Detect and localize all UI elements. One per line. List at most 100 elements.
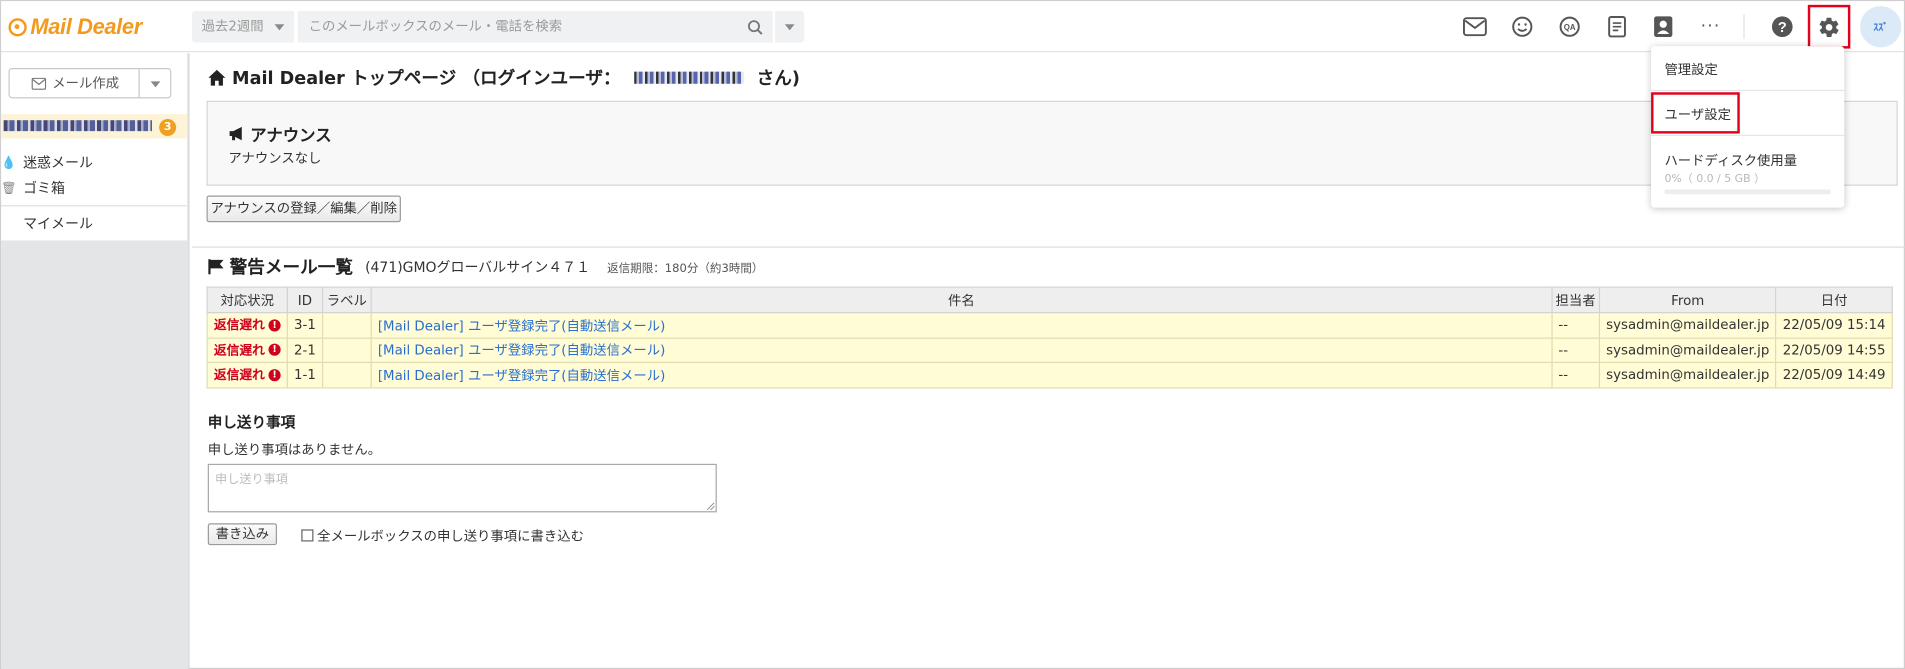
- column-header[interactable]: 担当者: [1551, 286, 1601, 314]
- compose-button[interactable]: メール作成: [8, 67, 172, 99]
- column-header[interactable]: From: [1598, 286, 1777, 314]
- warning-title-text: 警告メール一覧: [229, 258, 353, 279]
- more-button[interactable]: ···: [1697, 13, 1724, 40]
- section-divider: [191, 246, 1905, 248]
- alert-icon: !: [268, 319, 281, 332]
- announcement-panel: アナウンス アナウンスなし: [206, 100, 1898, 186]
- period-label: 過去2週間: [201, 18, 264, 34]
- assignee-cell: --: [1551, 336, 1601, 364]
- menu-item-admin-settings[interactable]: 管理設定: [1664, 59, 1717, 78]
- column-header[interactable]: ID: [286, 286, 324, 314]
- document-button[interactable]: [1604, 13, 1631, 40]
- all-mailboxes-checkbox[interactable]: [301, 529, 314, 542]
- announcement-title-text: アナウンス: [250, 126, 332, 146]
- page-title-text: Mail Dealer トップページ （ログインユーザ：: [232, 69, 621, 89]
- avatar[interactable]: ｽｽﾞ: [1860, 6, 1902, 48]
- table-row[interactable]: 返信遅れ! 2-1 [Mail Dealer] ユーザ登録完了(自動送信メール)…: [206, 336, 1893, 364]
- mail-button[interactable]: [1462, 13, 1489, 40]
- status-badge: 返信遅れ: [213, 368, 265, 383]
- announcement-title: アナウンス: [228, 121, 332, 146]
- label-cell: [321, 361, 372, 388]
- date-cell: 22/05/09 14:49: [1775, 361, 1893, 388]
- all-mailboxes-checkbox-row[interactable]: 全メールボックスの申し送り事項に書き込む: [301, 526, 584, 545]
- envelope-icon: [31, 77, 47, 90]
- date-cell: 22/05/09 15:14: [1775, 312, 1893, 339]
- disk-usage-label: ハードディスク使用量: [1664, 152, 1798, 169]
- sidebar-item-label: 迷惑メール: [23, 154, 93, 172]
- address-book-button[interactable]: [1650, 13, 1677, 40]
- qa-button[interactable]: QA: [1556, 13, 1583, 40]
- id-cell: 2-1: [286, 336, 324, 364]
- subject-link[interactable]: [Mail Dealer] ユーザ登録完了(自動送信メール): [378, 343, 665, 359]
- assignee-cell: --: [1551, 361, 1601, 388]
- disk-usage-bar: [1664, 189, 1831, 195]
- status-cell: 返信遅れ!: [206, 361, 288, 388]
- sidebar-item-trash[interactable]: 🗑 ゴミ箱: [1, 178, 65, 197]
- address-book-icon: [1654, 16, 1673, 38]
- label-cell: [321, 312, 372, 339]
- sidebar-item-label: ゴミ箱: [23, 179, 65, 197]
- mailbox-item[interactable]: 3: [1, 114, 188, 139]
- column-header[interactable]: 対応状況: [206, 286, 288, 314]
- column-header[interactable]: ラベル: [321, 286, 372, 314]
- id-cell: 1-1: [286, 361, 324, 388]
- user-settings-highlight: [1651, 92, 1740, 134]
- app-logo[interactable]: Mail Dealer: [8, 15, 142, 40]
- unread-badge: 3: [159, 118, 177, 136]
- megaphone-icon: [229, 126, 242, 141]
- help-button[interactable]: ?: [1769, 13, 1796, 40]
- search-placeholder: このメールボックスのメール・電話を検索: [308, 18, 563, 34]
- warning-title: 警告メール一覧 (471)GMOグローバルサイン４７１ 返信期限：180分（約3…: [208, 254, 764, 279]
- chevron-down-icon: [274, 24, 285, 31]
- table-row[interactable]: 返信遅れ! 1-1 [Mail Dealer] ユーザ登録完了(自動送信メール)…: [206, 361, 1893, 388]
- subject-link[interactable]: [Mail Dealer] ユーザ登録完了(自動送信メール): [378, 318, 665, 334]
- qa-icon: QA: [1559, 16, 1580, 37]
- smiley-button[interactable]: [1509, 13, 1536, 40]
- from-cell: sysadmin@maildealer.jp: [1598, 312, 1777, 339]
- spam-icon: 💧: [1, 156, 17, 170]
- announcement-edit-button[interactable]: アナウンスの登録／編集／削除: [206, 195, 401, 223]
- chevron-down-icon[interactable]: [150, 81, 161, 88]
- id-cell: 3-1: [286, 312, 324, 339]
- handover-empty-text: 申し送り事項はありません。: [207, 441, 382, 458]
- compose-divider: [138, 69, 140, 98]
- alert-icon: !: [268, 368, 281, 381]
- flag-icon: [208, 259, 224, 275]
- user-name-redacted: [633, 71, 744, 84]
- subject-cell: [Mail Dealer] ユーザ登録完了(自動送信メール): [370, 336, 1553, 364]
- column-header[interactable]: 日付: [1775, 286, 1893, 314]
- resize-grip-icon[interactable]: [707, 502, 715, 510]
- smiley-icon: [1512, 16, 1533, 37]
- all-mailboxes-label: 全メールボックスの申し送り事項に書き込む: [317, 528, 584, 544]
- announcement-text: アナウンスなし: [228, 150, 322, 167]
- top-bar: Mail Dealer 過去2週間 このメールボックスのメール・電話を検索 QA: [1, 1, 1904, 53]
- more-icon: ···: [1700, 16, 1721, 37]
- page-title-suffix: さん): [756, 69, 800, 89]
- announcement-edit-label: アナウンスの登録／編集／削除: [210, 200, 398, 217]
- sidebar-panel: メール作成 3 💧 迷惑メール 🗑 ゴミ箱 マイメール: [1, 53, 188, 241]
- period-select[interactable]: 過去2週間: [191, 10, 295, 43]
- search-icon: [747, 19, 762, 35]
- handover-textarea[interactable]: 申し送り事項: [207, 463, 717, 513]
- date-cell: 22/05/09 14:55: [1775, 336, 1893, 364]
- search-button[interactable]: [737, 11, 771, 43]
- sidebar-item-spam[interactable]: 💧 迷惑メール: [1, 153, 93, 172]
- search-options-button[interactable]: [775, 10, 805, 43]
- warning-deadline: 返信期限：180分（約3時間）: [607, 261, 764, 276]
- settings-button[interactable]: [1807, 4, 1851, 49]
- sidebar-item-my-mail[interactable]: マイメール: [23, 214, 93, 233]
- menu-divider: [1651, 134, 1845, 136]
- status-cell: 返信遅れ!: [206, 312, 288, 339]
- search-input[interactable]: このメールボックスのメール・電話を検索: [297, 10, 773, 43]
- toolbar-divider: [1743, 14, 1745, 39]
- subject-cell: [Mail Dealer] ユーザ登録完了(自動送信メール): [370, 361, 1553, 388]
- subject-link[interactable]: [Mail Dealer] ユーザ登録完了(自動送信メール): [378, 368, 665, 384]
- svg-text:?: ?: [1778, 20, 1787, 36]
- svg-text:QA: QA: [1564, 23, 1576, 32]
- menu-item-label: 管理設定: [1664, 61, 1718, 78]
- column-header[interactable]: 件名: [370, 286, 1553, 314]
- table-row[interactable]: 返信遅れ! 3-1 [Mail Dealer] ユーザ登録完了(自動送信メール)…: [206, 312, 1893, 339]
- from-cell: sysadmin@maildealer.jp: [1598, 336, 1777, 364]
- table-header-row: 対応状況 ID ラベル 件名 担当者 From 日付: [206, 286, 1893, 314]
- handover-submit-button[interactable]: 書き込み: [207, 523, 278, 546]
